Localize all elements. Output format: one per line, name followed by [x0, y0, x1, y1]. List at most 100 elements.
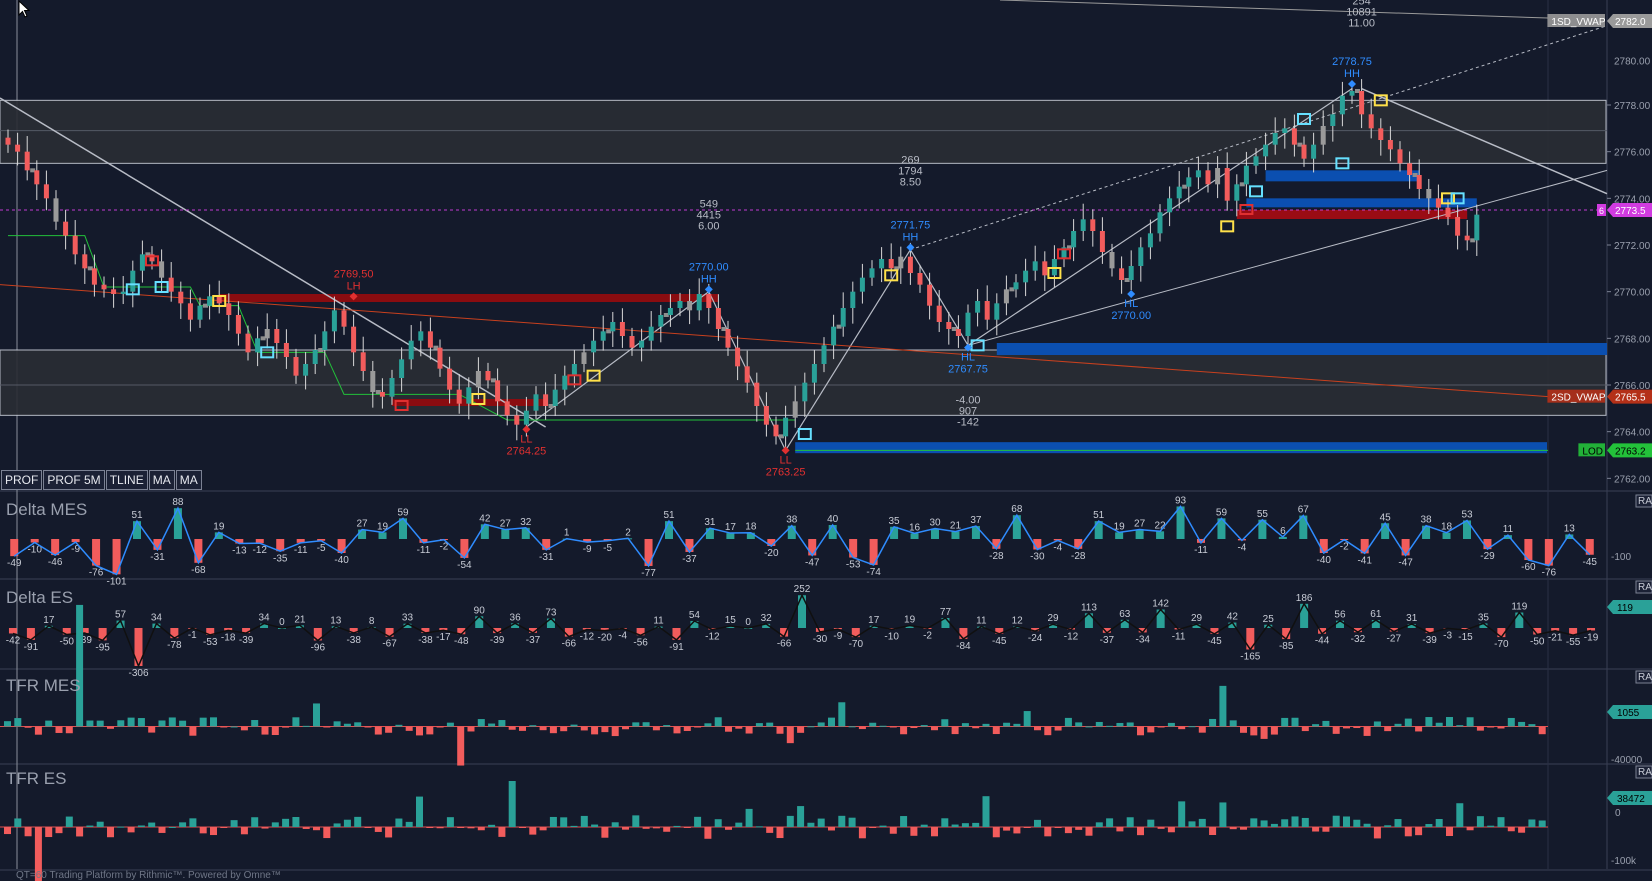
tfr-bar: [1260, 820, 1268, 827]
ma-button-2[interactable]: MA: [175, 470, 202, 490]
candle-body: [600, 331, 606, 341]
delta-value-label: 17: [43, 615, 55, 626]
tfr-bar: [972, 726, 980, 729]
candle-body: [571, 364, 577, 376]
delta-value-label: -45: [992, 636, 1007, 647]
candle-body: [831, 326, 837, 346]
delta-value-label: -40: [334, 555, 349, 566]
tfr-bar: [416, 796, 423, 827]
delta-value-label: 31: [704, 517, 716, 528]
price-panel[interactable]: LH2769.50LL2764.25HH2770.00LL2763.25HH27…: [0, 0, 1652, 881]
candle-body: [447, 368, 453, 390]
prof-button[interactable]: PROF: [1, 470, 43, 490]
candle-body: [879, 259, 885, 269]
tfr-bar: [179, 822, 187, 827]
candle-body: [1426, 189, 1432, 199]
tfr-bar: [941, 818, 949, 827]
chart-stage[interactable]: LH 2769.50 LL 2764.25 HH 2770.00 LL 2763.25 HH 27…: [0, 0, 1652, 881]
tfr-bar: [1466, 827, 1474, 831]
tfr-bar: [1322, 827, 1330, 832]
delta-value-label: -48: [454, 636, 469, 647]
swing-price-label: 2763.25: [766, 466, 806, 478]
delta-value-label: -101: [107, 576, 127, 587]
tfr-bar: [117, 826, 125, 828]
tfr-bar: [1157, 827, 1165, 829]
delta-bar: [501, 529, 510, 539]
delta-value-label: 35: [1478, 612, 1490, 623]
tfr-bar: [1178, 726, 1186, 730]
candle-body: [1234, 184, 1240, 201]
delta-value-label: 113: [1081, 602, 1097, 613]
delta-value-label: 27: [357, 519, 369, 530]
tfr-bar: [1178, 801, 1186, 827]
candle-body: [677, 301, 683, 308]
price-tag-value: 2765.5: [1615, 393, 1646, 404]
candle-body: [888, 259, 894, 269]
candle-body: [1215, 168, 1221, 185]
swing-tag-label: LL: [520, 433, 532, 445]
swing-price-label: 2767.75: [948, 364, 988, 376]
delta-value-label: 51: [663, 510, 675, 521]
tfr-bar: [1075, 827, 1083, 830]
candle-body: [562, 375, 568, 390]
tfr-bar: [446, 817, 454, 827]
tfr-bar: [683, 726, 691, 731]
candle-body: [456, 389, 462, 404]
delta-mes-axis-label: -100: [1611, 552, 1631, 563]
tfr-bar: [622, 726, 629, 730]
candle-body: [43, 184, 49, 199]
tfr-bar: [1456, 803, 1464, 827]
tfr-bar: [1270, 823, 1278, 827]
tfr-bar: [107, 726, 114, 729]
delta-value-label: 119: [1511, 602, 1527, 613]
tfr-bar: [261, 726, 269, 735]
tfr-es-zero-label: 0: [1615, 808, 1621, 819]
delta-value-label: 51: [1093, 510, 1105, 521]
candle-body: [399, 359, 405, 378]
delta-value-label: -66: [777, 639, 792, 650]
candle-body: [370, 371, 376, 392]
candle-body: [168, 277, 174, 292]
tfr-bar: [622, 827, 629, 830]
delta-value-label: -15: [1458, 632, 1473, 643]
delta-value-label: -47: [805, 557, 820, 568]
tfr-bar: [467, 827, 475, 829]
vwap-1sd-line: [999, 0, 1549, 19]
tfr-bar: [1394, 723, 1402, 727]
delta-bar: [828, 525, 837, 539]
tfr-bar: [457, 726, 465, 766]
tfr-bar: [1054, 726, 1062, 731]
ma-button-1[interactable]: MA: [148, 470, 175, 490]
delta-bar: [665, 521, 673, 539]
delta-value-label: -9: [833, 631, 842, 642]
tfr-bar: [673, 825, 681, 827]
tfr-bar: [869, 827, 877, 828]
candle-body: [24, 151, 30, 171]
candle-body: [15, 144, 21, 152]
delta-value-label: -68: [191, 565, 206, 576]
price-tick-label: 2778.00: [1614, 101, 1651, 112]
tfr-bar: [755, 826, 763, 828]
delta-value-label: -28: [1071, 551, 1086, 562]
delta-bar: [378, 532, 387, 539]
tfr-bar: [1260, 726, 1268, 739]
tfr-bar: [45, 827, 53, 838]
delta-value-label: 29: [1191, 613, 1203, 624]
tfr-bar: [735, 726, 743, 729]
delta-bar: [931, 528, 939, 539]
tfr-bar: [1106, 818, 1114, 827]
candle-body: [120, 291, 126, 294]
tline-button[interactable]: TLINE: [105, 470, 148, 490]
delta-bar: [480, 524, 489, 539]
tfr-bar: [34, 726, 42, 735]
candle-body: [101, 284, 107, 290]
tfr-bar: [1188, 821, 1196, 827]
candle-body: [34, 170, 40, 185]
price-tag-name: LOD: [1582, 446, 1603, 457]
delta-value-label: 32: [520, 517, 532, 528]
prof-5m-button[interactable]: PROF 5M: [43, 470, 105, 490]
candle-body: [1368, 114, 1374, 129]
delta-value-label: -18: [221, 632, 236, 643]
tfr-bar: [364, 827, 372, 828]
stat-block-line: 11.00: [1348, 18, 1375, 30]
